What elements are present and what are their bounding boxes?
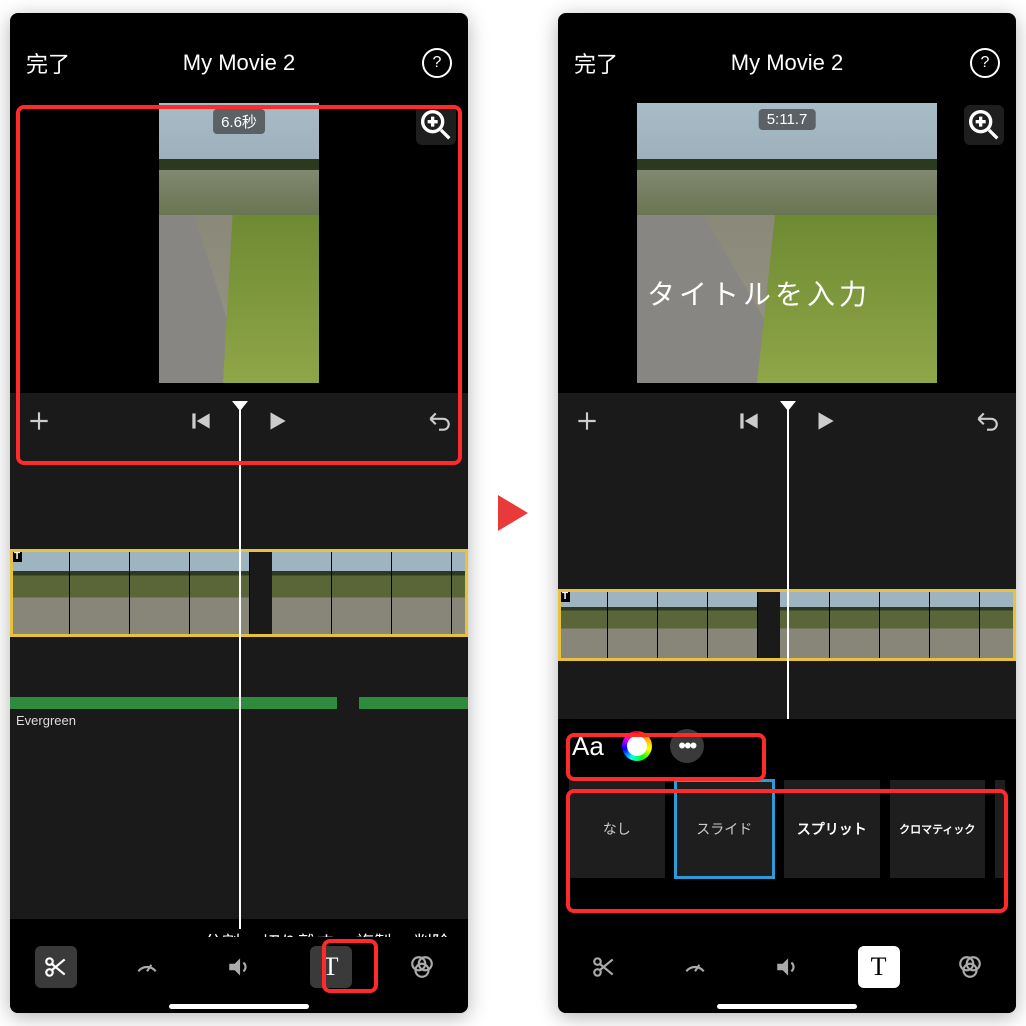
clip-thumbnail[interactable] [392, 549, 452, 637]
clip-thumbnail[interactable] [70, 549, 130, 637]
home-indicator[interactable] [169, 1004, 309, 1009]
bottom-toolbar: T [10, 937, 468, 1013]
skip-back-button[interactable] [188, 408, 214, 434]
speed-tool[interactable] [126, 946, 168, 988]
title-text-overlay[interactable]: タイトルを入力 [647, 273, 871, 313]
scissors-tool[interactable] [583, 946, 625, 988]
volume-tool[interactable] [766, 946, 808, 988]
filters-tool[interactable] [949, 946, 991, 988]
skip-back-button[interactable] [736, 408, 762, 434]
clip-thumbnail[interactable] [558, 589, 608, 661]
preview-area[interactable]: 5:11.7 タイトルを入力 [558, 93, 1016, 393]
volume-tool[interactable] [218, 946, 260, 988]
transition-arrow-icon [498, 495, 528, 531]
bottom-toolbar: T [558, 937, 1016, 1013]
header: 完了 My Movie 2 ? [558, 33, 1016, 93]
home-indicator[interactable] [717, 1004, 857, 1009]
speed-tool[interactable] [674, 946, 716, 988]
add-media-button[interactable] [26, 408, 52, 434]
clip-thumbnail[interactable] [830, 589, 880, 661]
style-split[interactable]: スプリット [783, 779, 881, 879]
project-title: My Movie 2 [183, 50, 295, 76]
titles-tool[interactable]: T [858, 946, 900, 988]
clip-thumbnail[interactable] [10, 549, 70, 637]
clip-thumbnail[interactable] [980, 589, 1016, 661]
clip-thumbnail[interactable] [272, 549, 332, 637]
color-picker-button[interactable] [622, 731, 652, 761]
phone-left: 完了 My Movie 2 ? 6.6秒 [10, 13, 468, 1013]
preview-frame: 6.6秒 [159, 103, 319, 383]
zoom-button[interactable] [416, 105, 456, 145]
scissors-tool[interactable] [35, 946, 77, 988]
style-chromatic[interactable]: クロマティック [889, 779, 987, 879]
play-button[interactable] [812, 408, 838, 434]
play-button[interactable] [264, 408, 290, 434]
playhead[interactable] [239, 409, 241, 929]
clip-thumbnail[interactable] [452, 549, 468, 637]
timecode-badge: 5:11.7 [759, 109, 816, 130]
undo-button[interactable] [426, 408, 452, 434]
add-media-button[interactable] [574, 408, 600, 434]
project-title: My Movie 2 [731, 50, 843, 76]
clip-thumbnail[interactable] [930, 589, 980, 661]
zoom-button[interactable] [964, 105, 1004, 145]
titles-tool[interactable]: T [310, 946, 352, 988]
more-options-button[interactable]: ••• [670, 729, 704, 763]
clip-thumbnail[interactable] [190, 549, 250, 637]
style-slide[interactable]: スライド [674, 779, 776, 879]
undo-button[interactable] [974, 408, 1000, 434]
clip-thumbnail[interactable] [658, 589, 708, 661]
preview-area[interactable]: 6.6秒 [10, 93, 468, 393]
title-style-picker: なし スライド スプリット クロマティック [558, 773, 1016, 889]
clip-thumbnail[interactable] [332, 549, 392, 637]
timeline[interactable]: Evergreen [10, 449, 468, 919]
clip-thumbnail[interactable] [608, 589, 658, 661]
playhead[interactable] [787, 409, 789, 719]
title-format-row: Aa ••• [558, 719, 1016, 773]
help-button[interactable]: ? [422, 48, 452, 78]
clip-thumbnail[interactable] [708, 589, 758, 661]
font-button[interactable]: Aa [572, 731, 604, 762]
clip-thumbnail[interactable] [880, 589, 930, 661]
filters-tool[interactable] [401, 946, 443, 988]
timeline[interactable] [558, 449, 1016, 719]
style-none[interactable]: なし [568, 779, 666, 879]
style-more[interactable] [994, 779, 1006, 879]
clip-thumbnail[interactable] [130, 549, 190, 637]
phone-right: 完了 My Movie 2 ? 5:11.7 タイトルを入力 [558, 13, 1016, 1013]
preview-frame: 5:11.7 タイトルを入力 [637, 103, 937, 383]
done-button[interactable]: 完了 [26, 47, 70, 79]
done-button[interactable]: 完了 [574, 47, 618, 79]
help-button[interactable]: ? [970, 48, 1000, 78]
duration-badge: 6.6秒 [213, 109, 265, 134]
header: 完了 My Movie 2 ? [10, 33, 468, 93]
